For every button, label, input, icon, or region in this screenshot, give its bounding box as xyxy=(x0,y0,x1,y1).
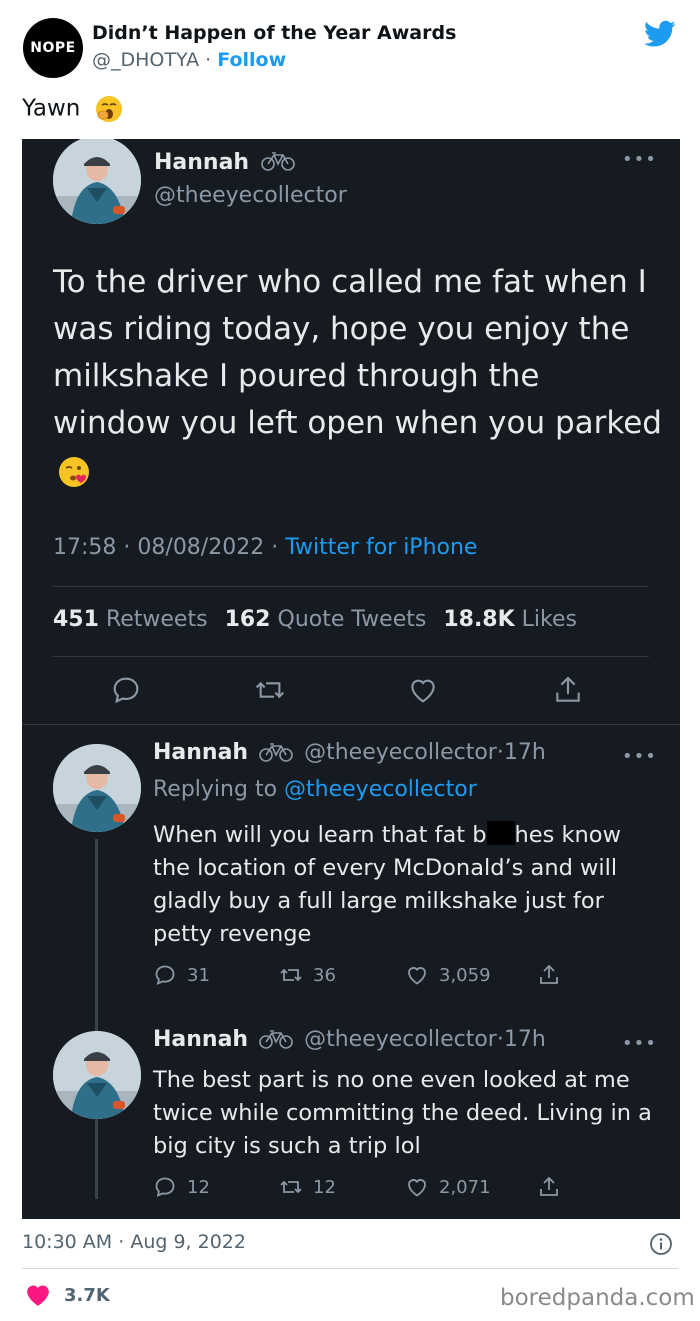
reply-text: When will you learn that fat b hes know t… xyxy=(153,819,663,951)
footer-time: 10:30 AM xyxy=(22,1231,113,1253)
separator-dot: · xyxy=(118,1231,125,1253)
retweet-button[interactable]: 12 xyxy=(279,1175,336,1199)
engagement-stats: 451 Retweets 162 Quote Tweets 18.8K Like… xyxy=(53,607,577,632)
follow-button[interactable]: Follow xyxy=(217,49,286,71)
reply-header: Hannah @theeyecollector·17h xyxy=(153,740,546,765)
retweet-count: 12 xyxy=(313,1176,336,1198)
share-icon xyxy=(540,1176,558,1196)
reply-author-handle[interactable]: @theeyecollector xyxy=(304,740,497,765)
bicycle-icon xyxy=(259,743,293,762)
like-button[interactable]: 2,071 xyxy=(405,1175,491,1199)
watermark: boredpanda.com xyxy=(500,1285,695,1311)
reply-button[interactable]: 12 xyxy=(153,1175,210,1199)
separator-dot: · xyxy=(496,740,504,765)
quote-tweets-stat[interactable]: 162 Quote Tweets xyxy=(225,607,427,632)
divider xyxy=(22,1268,678,1269)
tweet-source-link[interactable]: Twitter for iPhone xyxy=(285,535,477,560)
twitter-bird-icon[interactable] xyxy=(644,20,676,48)
divider xyxy=(53,586,649,587)
author-name[interactable]: Hannah xyxy=(154,150,295,175)
account-name[interactable]: Didn’t Happen of the Year Awards xyxy=(92,22,456,44)
footer-date: Aug 9, 2022 xyxy=(130,1231,246,1253)
retweets-stat[interactable]: 451 Retweets xyxy=(53,607,208,632)
author-handle[interactable]: @theeyecollector xyxy=(154,183,347,208)
cyclist-avatar-icon xyxy=(53,744,141,832)
info-icon[interactable] xyxy=(649,1232,673,1256)
cyclist-avatar-icon xyxy=(53,1031,141,1119)
account-avatar[interactable]: NOPE xyxy=(23,18,83,78)
author-name-text: Hannah xyxy=(154,150,250,175)
reply-icon xyxy=(155,1177,175,1198)
reply-author-handle[interactable]: @theeyecollector xyxy=(304,1027,497,1052)
reply-count: 31 xyxy=(187,964,210,986)
reply-age[interactable]: 17h xyxy=(504,1027,546,1052)
account-handle[interactable]: @_DHOTYA xyxy=(92,49,199,71)
divider xyxy=(22,724,680,725)
yawning-face-emoji-icon xyxy=(95,96,122,122)
retweet-button[interactable]: 36 xyxy=(279,963,336,987)
more-options-icon[interactable]: ••• xyxy=(622,149,657,170)
share-button[interactable] xyxy=(537,963,561,987)
profile-avatar[interactable] xyxy=(53,139,141,224)
reply-count: 12 xyxy=(187,1176,210,1198)
handle-line: @_DHOTYA · Follow xyxy=(92,49,286,71)
likes-stat[interactable]: 18.8K Likes xyxy=(443,607,577,632)
tweet-date[interactable]: 08/08/2022 xyxy=(137,535,264,560)
reply-author-name[interactable]: Hannah xyxy=(153,740,248,765)
embed-timestamp[interactable]: 10:30 AM · Aug 9, 2022 xyxy=(22,1231,246,1253)
tweet-text: To the driver who called me fat when I w… xyxy=(53,259,663,494)
like-count: 3,059 xyxy=(439,964,491,986)
replying-to-line: Replying to @theeyecollector xyxy=(153,777,477,802)
retweet-icon xyxy=(280,968,302,982)
tweet-screenshot: Hannah @theeyecollector ••• To the drive… xyxy=(22,139,680,1219)
tweet-time[interactable]: 17:58 xyxy=(53,535,116,560)
reply-icon[interactable] xyxy=(110,674,142,706)
bicycle-icon xyxy=(259,1030,293,1049)
like-heart-filled-icon[interactable] xyxy=(25,1283,51,1307)
like-count: 2,071 xyxy=(439,1176,491,1198)
caption-text: Yawn xyxy=(22,95,81,122)
more-options-icon[interactable]: ••• xyxy=(622,746,657,767)
more-options-icon[interactable]: ••• xyxy=(622,1033,657,1054)
share-button[interactable] xyxy=(537,1175,561,1199)
embed-header: NOPE Didn’t Happen of the Year Awards @_… xyxy=(0,0,700,90)
tweet-timestamp-line: 17:58 · 08/08/2022 · Twitter for iPhone xyxy=(53,535,477,560)
reply-text-part: When will you learn that fat b xyxy=(153,822,487,848)
embed-like-count[interactable]: 3.7K xyxy=(64,1285,110,1306)
like-heart-icon xyxy=(408,967,426,985)
separator-dot: · xyxy=(123,535,131,560)
replying-prefix: Replying to xyxy=(153,777,278,802)
tweet-caption: Yawn xyxy=(22,94,124,124)
separator-dot: · xyxy=(496,1027,504,1052)
cyclist-avatar-icon xyxy=(53,139,141,224)
retweet-icon[interactable] xyxy=(254,674,286,706)
reply-age[interactable]: 17h xyxy=(504,740,546,765)
divider xyxy=(53,656,649,657)
reply-button[interactable]: 31 xyxy=(153,963,210,987)
separator-dot: · xyxy=(271,535,279,560)
retweet-count: 36 xyxy=(313,964,336,986)
separator-dot: · xyxy=(205,49,212,71)
face-blowing-kiss-emoji-icon xyxy=(59,456,89,487)
reply-text: The best part is no one even looked at m… xyxy=(153,1067,652,1159)
censor-bar xyxy=(486,821,515,845)
share-icon xyxy=(540,964,558,984)
like-heart-icon xyxy=(408,1179,426,1197)
tweet-text-body: To the driver who called me fat when I w… xyxy=(53,264,662,441)
bicycle-icon xyxy=(260,152,295,171)
replying-to-handle[interactable]: @theeyecollector xyxy=(284,777,477,802)
share-icon[interactable] xyxy=(552,674,584,706)
like-button[interactable]: 3,059 xyxy=(405,963,491,987)
thread-line xyxy=(95,839,98,1199)
retweet-icon xyxy=(280,1180,302,1194)
reply-header: Hannah @theeyecollector·17h xyxy=(153,1027,546,1052)
profile-avatar[interactable] xyxy=(53,1031,141,1119)
like-heart-icon[interactable] xyxy=(407,674,439,706)
reply-icon xyxy=(155,965,175,986)
profile-avatar[interactable] xyxy=(53,744,141,832)
reply-author-name[interactable]: Hannah xyxy=(153,1027,248,1052)
